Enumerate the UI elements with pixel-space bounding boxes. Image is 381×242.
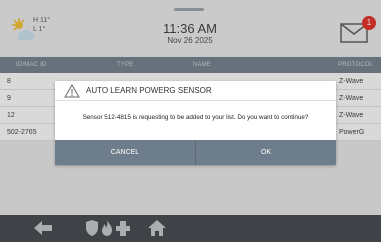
cancel-button[interactable]: CANCEL bbox=[55, 140, 195, 165]
ok-button[interactable]: OK bbox=[196, 140, 336, 165]
dialog-message: Sensor 512-4815 is requesting to be adde… bbox=[82, 114, 309, 121]
screen: H 11° L 1° 11:36 AM Nov 26 2025 1 ID/MAC… bbox=[0, 0, 381, 242]
dialog-button-bar: CANCEL OK bbox=[55, 140, 336, 165]
dialog-title: AUTO LEARN POWERG SENSOR bbox=[86, 86, 212, 95]
warning-icon bbox=[64, 84, 80, 98]
auto-learn-dialog: AUTO LEARN POWERG SENSOR Sensor 512-4815… bbox=[55, 81, 336, 165]
dialog-title-bar: AUTO LEARN POWERG SENSOR bbox=[55, 81, 336, 101]
